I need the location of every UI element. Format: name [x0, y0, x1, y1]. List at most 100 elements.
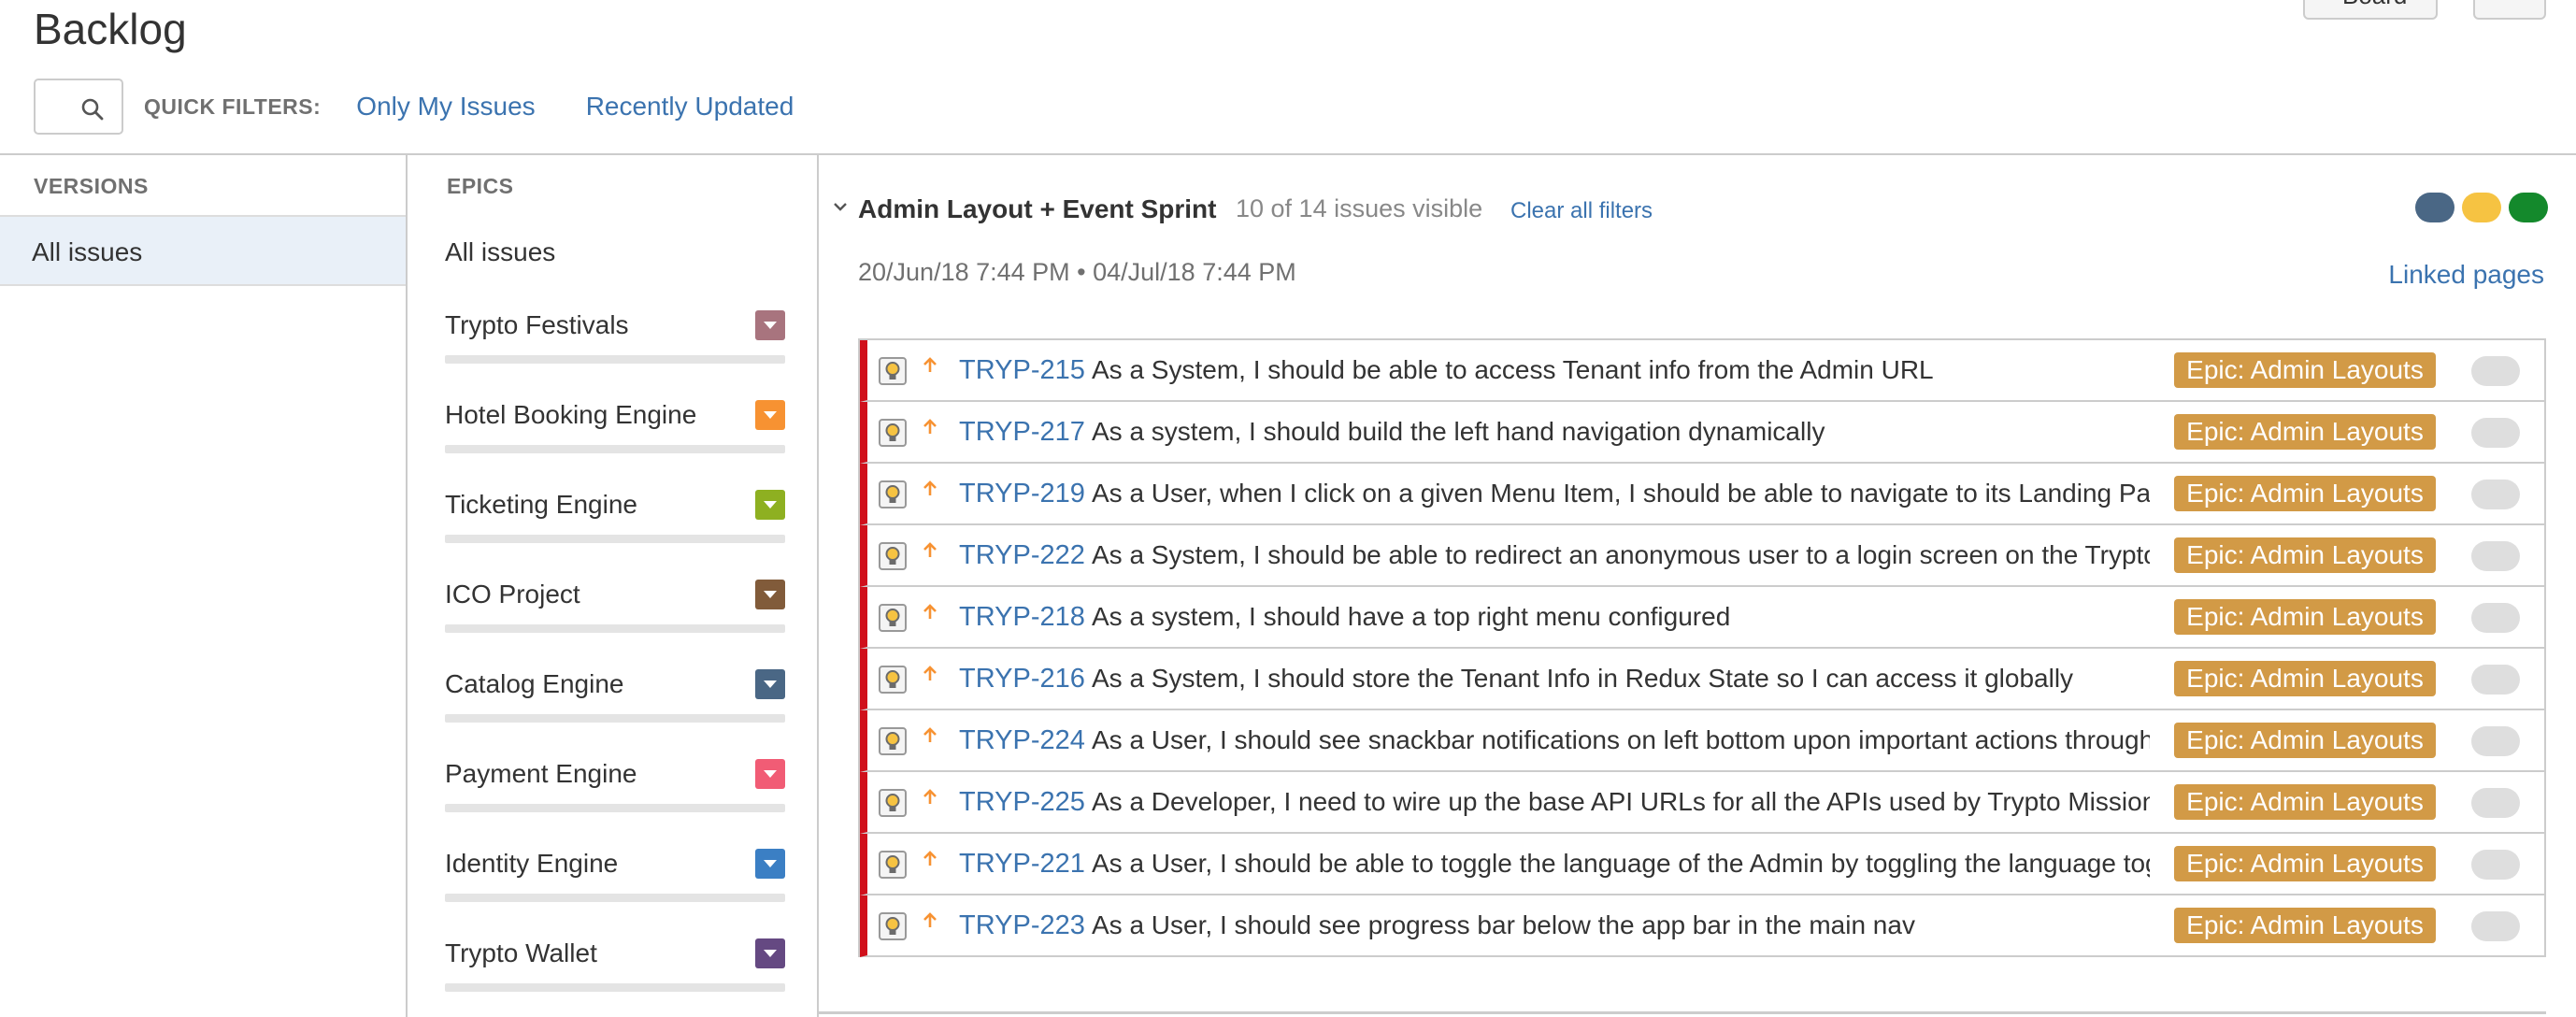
- story-lightbulb-icon: [879, 542, 907, 570]
- epic-dropdown-icon[interactable]: [755, 310, 785, 340]
- search-icon: [81, 98, 104, 121]
- issue-key-link[interactable]: TRYP-217: [959, 417, 1085, 448]
- epic-label-badge: Epic: Admin Layouts: [2174, 599, 2436, 635]
- estimate-pill: [2471, 418, 2520, 448]
- epic-dropdown-icon[interactable]: [755, 400, 785, 430]
- versions-header: VERSIONS: [34, 174, 149, 198]
- epics-panel: EPICS All issues Trypto Festivals Hotel B…: [408, 155, 819, 1017]
- quick-filter-only-my-issues[interactable]: Only My Issues: [356, 92, 535, 122]
- issue-row[interactable]: TRYP-217 As a system, I should build the …: [860, 402, 2544, 464]
- board-button[interactable]: Board: [2303, 0, 2438, 20]
- page-title: Backlog: [34, 5, 187, 53]
- epic-label-badge: Epic: Admin Layouts: [2174, 846, 2436, 881]
- estimate-pill: [2471, 356, 2520, 386]
- issue-summary: As a System, I should be able to access …: [1092, 355, 1934, 384]
- issue-row[interactable]: TRYP-225 As a Developer, I need to wire u…: [860, 772, 2544, 834]
- status-done-pill: [2509, 193, 2548, 222]
- epic-progress-bar: [445, 535, 785, 543]
- issue-row[interactable]: TRYP-218 As a system, I should have a top…: [860, 587, 2544, 649]
- issue-key-link[interactable]: TRYP-221: [959, 849, 1085, 880]
- epics-header: EPICS: [447, 174, 514, 198]
- issue-row[interactable]: TRYP-223 As a User, I should see progress…: [860, 895, 2544, 957]
- epics-all-issues[interactable]: All issues: [445, 237, 555, 267]
- issue-summary: As a system, I should have a top right m…: [1092, 602, 1731, 631]
- epic-dropdown-icon[interactable]: [755, 580, 785, 609]
- issue-key-link[interactable]: TRYP-225: [959, 787, 1085, 818]
- epic-name: Ticketing Engine: [445, 490, 637, 519]
- story-lightbulb-icon: [879, 666, 907, 694]
- epic-item[interactable]: ICO Project: [445, 580, 785, 645]
- priority-high-arrow-icon: [923, 480, 937, 495]
- filter-bar: QUICK FILTERS: Only My Issues Recently U…: [34, 79, 794, 135]
- issue-summary: As a User, I should see progress bar bel…: [1092, 910, 1915, 939]
- priority-high-arrow-icon: [923, 727, 937, 742]
- issue-summary: As a User, I should see snackbar notific…: [1092, 725, 2150, 754]
- quick-filter-recently-updated[interactable]: Recently Updated: [586, 92, 794, 122]
- issue-key-link[interactable]: TRYP-215: [959, 355, 1085, 386]
- epic-label-badge: Epic: Admin Layouts: [2174, 414, 2436, 450]
- sprint-name: Admin Layout + Event Sprint: [858, 194, 1217, 223]
- epic-dropdown-icon[interactable]: [755, 849, 785, 879]
- issue-row[interactable]: TRYP-219 As a User, when I click on a giv…: [860, 464, 2544, 525]
- priority-high-arrow-icon: [923, 851, 937, 866]
- epic-dropdown-icon[interactable]: [755, 938, 785, 968]
- epic-item[interactable]: Payment Engine: [445, 759, 785, 824]
- issue-key-link[interactable]: TRYP-216: [959, 664, 1085, 695]
- issue-key-link[interactable]: TRYP-223: [959, 910, 1085, 941]
- issue-list: TRYP-215 As a System, I should be able to…: [858, 338, 2546, 957]
- story-lightbulb-icon: [879, 789, 907, 817]
- priority-high-arrow-icon: [923, 542, 937, 557]
- clear-filters-link[interactable]: Clear all filters: [1510, 198, 1653, 224]
- epic-item[interactable]: Trypto Festivals: [445, 310, 785, 376]
- sprint-dates: 20/Jun/18 7:44 PM • 04/Jul/18 7:44 PM: [858, 258, 1296, 286]
- epic-item[interactable]: Hotel Booking Engine: [445, 400, 785, 466]
- epic-item[interactable]: Ticketing Engine: [445, 490, 785, 555]
- epic-progress-bar: [445, 714, 785, 723]
- epic-progress-bar: [445, 445, 785, 453]
- epic-name: Trypto Wallet: [445, 938, 597, 967]
- versions-all-issues-label: All issues: [32, 237, 143, 266]
- issue-key-link[interactable]: TRYP-224: [959, 725, 1085, 756]
- epic-progress-bar: [445, 624, 785, 633]
- issue-key-link[interactable]: TRYP-219: [959, 479, 1085, 509]
- epic-label-badge: Epic: Admin Layouts: [2174, 723, 2436, 758]
- issue-row[interactable]: TRYP-216 As a System, I should store the …: [860, 649, 2544, 710]
- epic-item[interactable]: Identity Engine: [445, 849, 785, 914]
- epic-name: ICO Project: [445, 580, 580, 609]
- linked-pages-link[interactable]: Linked pages: [2388, 260, 2544, 290]
- issue-summary: As a User, I should be able to toggle th…: [1092, 849, 2150, 878]
- estimate-pill: [2471, 850, 2520, 880]
- epic-dropdown-icon[interactable]: [755, 759, 785, 789]
- issue-row[interactable]: TRYP-221 As a User, I should be able to t…: [860, 834, 2544, 895]
- issue-key-link[interactable]: TRYP-222: [959, 540, 1085, 571]
- issue-summary: As a system, I should build the left han…: [1092, 417, 1825, 446]
- epic-name: Identity Engine: [445, 849, 619, 878]
- sprint-status-counts: [2415, 193, 2548, 222]
- status-todo-pill: [2415, 193, 2454, 222]
- issue-row[interactable]: TRYP-224 As a User, I should see snackbar…: [860, 710, 2544, 772]
- issue-key-link[interactable]: TRYP-218: [959, 602, 1085, 633]
- epic-item[interactable]: Catalog Engine: [445, 669, 785, 735]
- epic-progress-bar: [445, 355, 785, 364]
- estimate-pill: [2471, 665, 2520, 695]
- epic-dropdown-icon[interactable]: [755, 490, 785, 520]
- story-lightbulb-icon: [879, 727, 907, 755]
- epic-dropdown-icon[interactable]: [755, 669, 785, 699]
- epic-progress-bar: [445, 804, 785, 812]
- search-box[interactable]: [34, 79, 123, 135]
- priority-high-arrow-icon: [923, 666, 937, 680]
- epic-progress-bar: [445, 983, 785, 992]
- board-button-label: Board: [2342, 0, 2407, 10]
- epic-label-badge: Epic: Admin Layouts: [2174, 537, 2436, 573]
- estimate-pill: [2471, 726, 2520, 756]
- more-options-button[interactable]: [2473, 0, 2546, 20]
- issue-row[interactable]: TRYP-222 As a System, I should be able to…: [860, 525, 2544, 587]
- estimate-pill: [2471, 541, 2520, 571]
- epic-item[interactable]: Trypto Wallet: [445, 938, 785, 1004]
- quick-filters-label: QUICK FILTERS:: [144, 93, 322, 119]
- issue-row[interactable]: TRYP-215 As a System, I should be able to…: [860, 340, 2544, 402]
- versions-all-issues[interactable]: All issues: [0, 217, 406, 286]
- priority-high-arrow-icon: [923, 419, 937, 434]
- status-in-progress-pill: [2462, 193, 2501, 222]
- chevron-down-icon[interactable]: [832, 198, 849, 215]
